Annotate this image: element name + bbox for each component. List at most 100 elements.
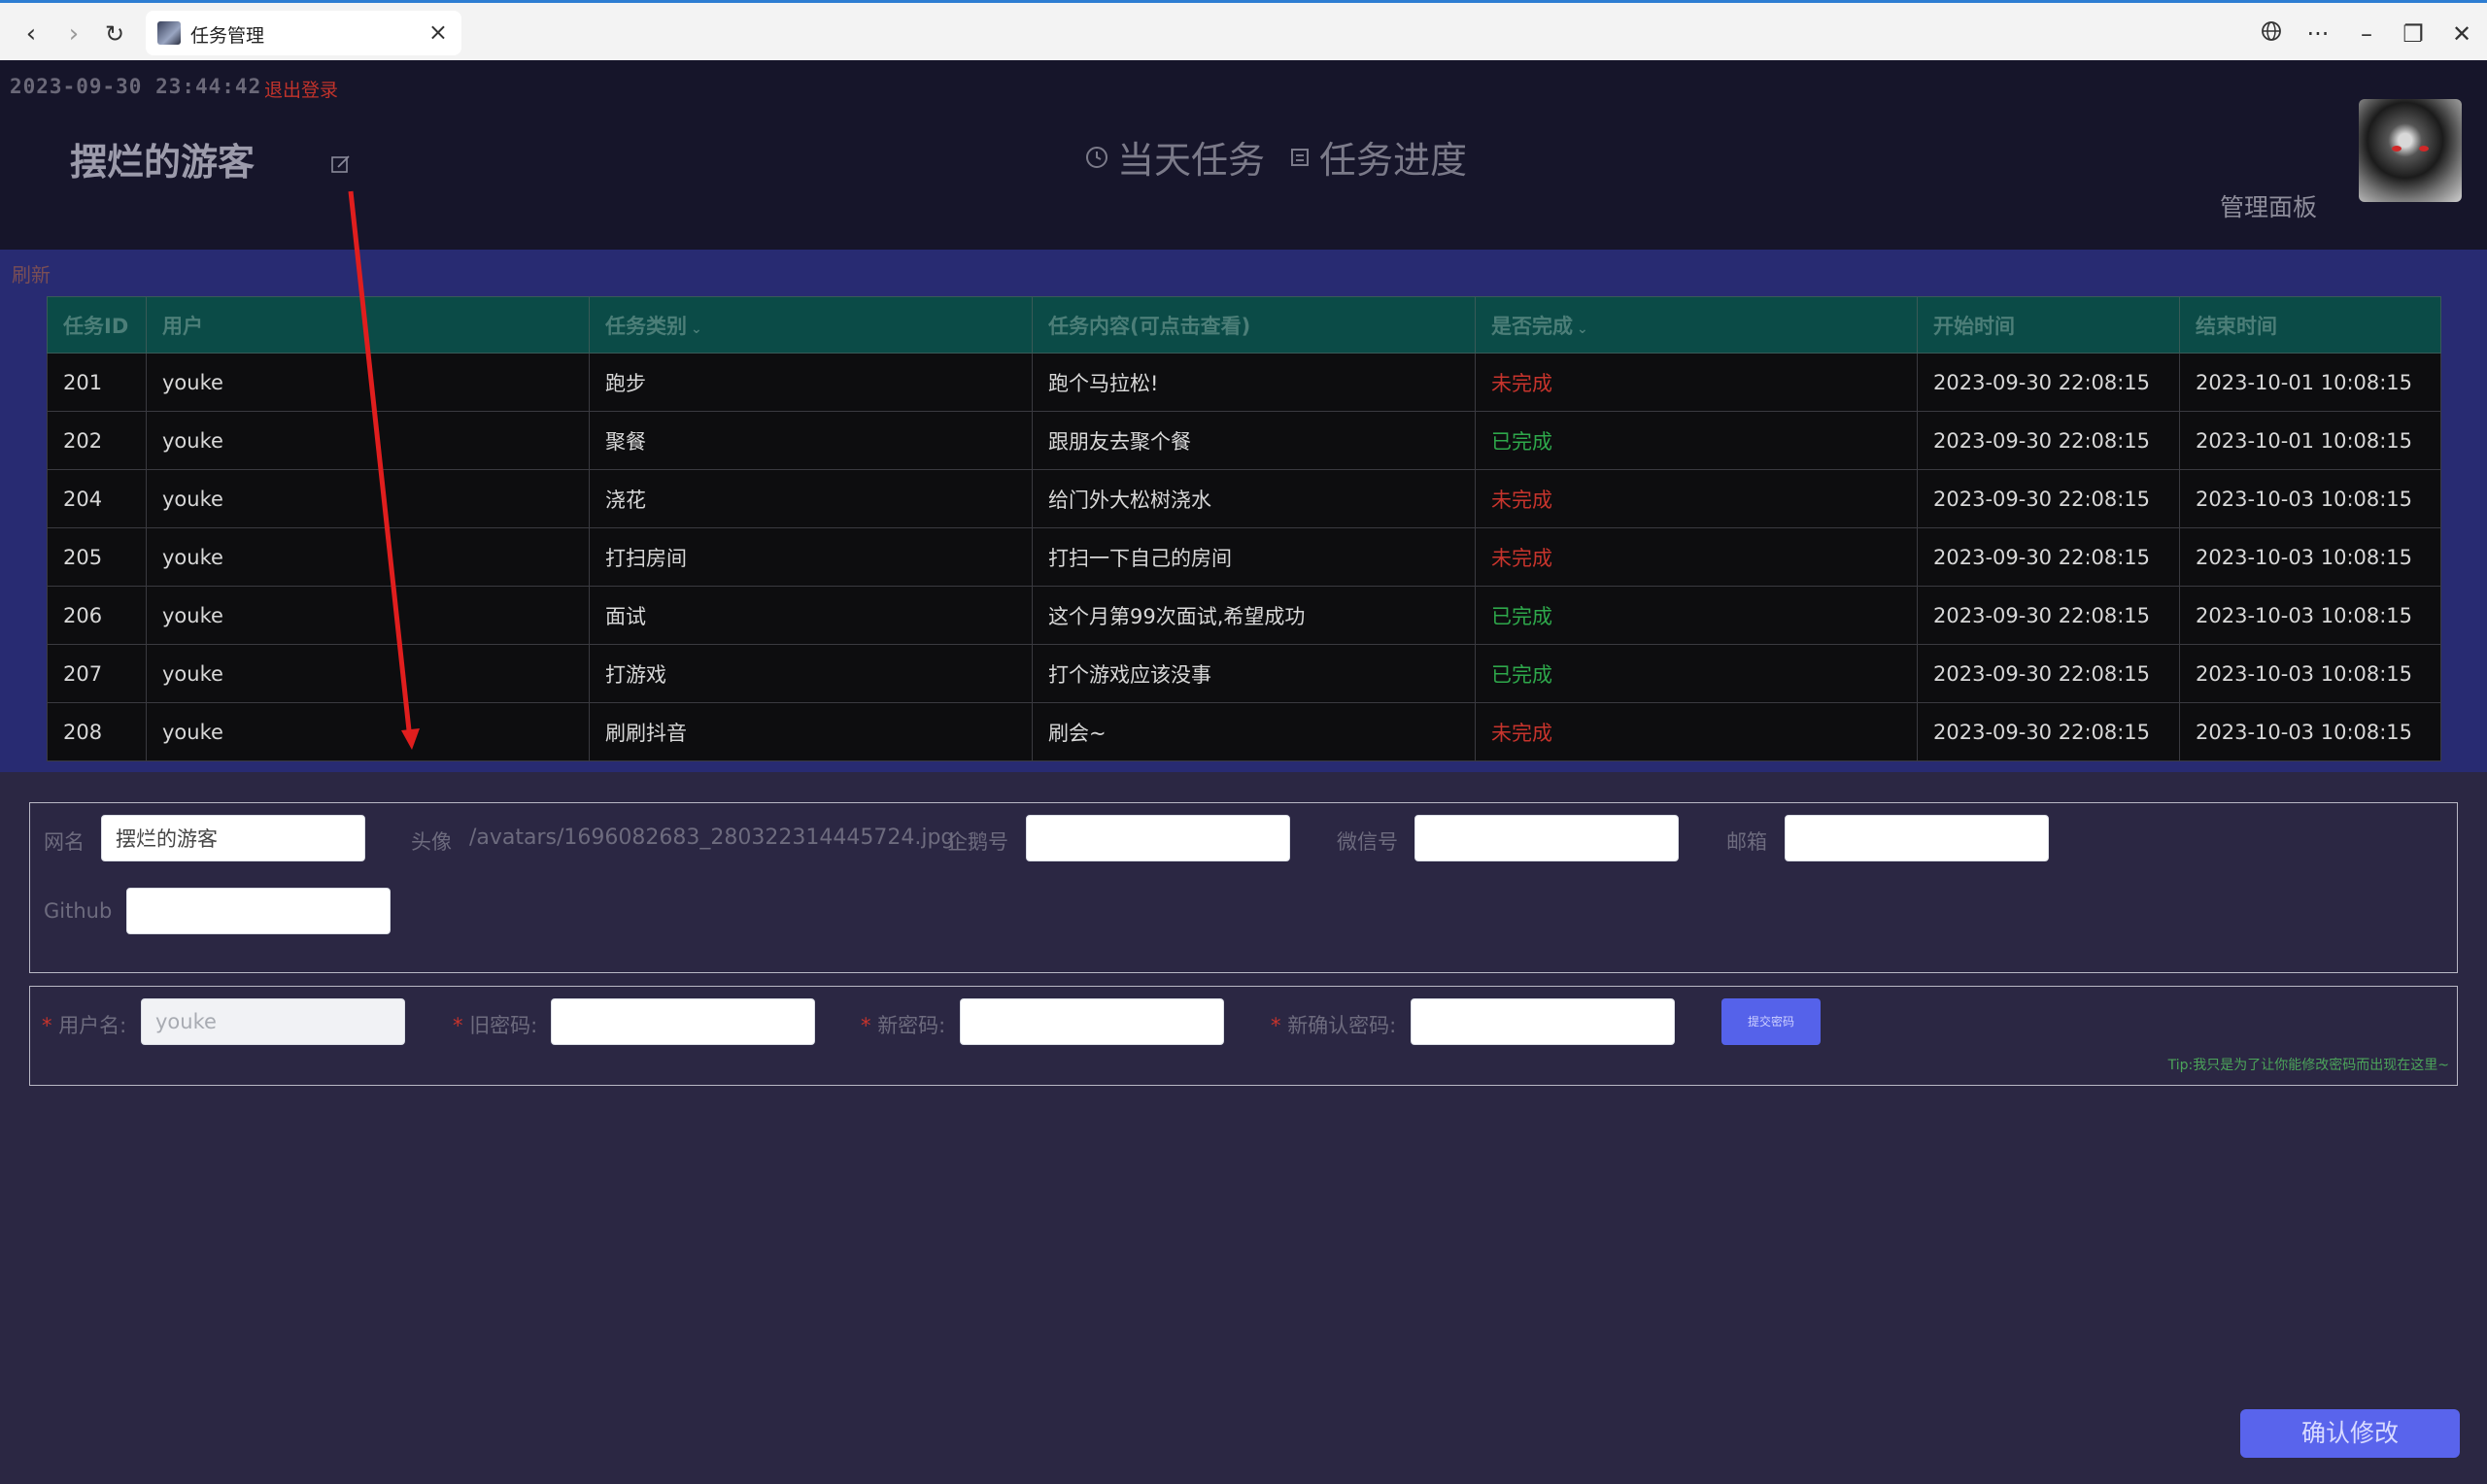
password-tip: Tip:我只是为了让你能修改密码而出现在这里~ (2167, 1058, 2449, 1073)
cell-user: youke (146, 527, 590, 587)
app-header: 2023-09-30 23:44:42 退出登录 摆烂的游客 当天任务 任务进度… (0, 60, 2487, 250)
nickname-input[interactable] (101, 815, 365, 861)
username-title: 摆烂的游客 (70, 141, 256, 184)
task-table-section: 刷新 任务ID 用户 任务类别 ⌄ 任务内容(可点击查看) 是否完成 ⌄ 开始时间 … (0, 250, 2487, 772)
col-content[interactable]: 任务内容(可点击查看) (1032, 296, 1476, 354)
filter-chevron-icon[interactable]: ⌄ (1577, 321, 1588, 337)
table-row[interactable]: 208 youke 刷刷抖音 刷会~ 未完成 2023-09-30 22:08:15 202… (47, 702, 2441, 761)
nav-task-progress-label: 任务进度 (1319, 139, 1468, 182)
confirm-changes-button[interactable]: 确认修改 (2240, 1409, 2460, 1458)
cell-task-id: 204 (47, 469, 147, 528)
col-status[interactable]: 是否完成 ⌄ (1475, 296, 1918, 354)
new-password-field[interactable] (960, 998, 1224, 1045)
reload-icon[interactable]: ↻ (97, 17, 132, 51)
more-icon[interactable]: ··· (2300, 17, 2335, 51)
table-header-row: 任务ID 用户 任务类别 ⌄ 任务内容(可点击查看) 是否完成 ⌄ 开始时间 结束时… (47, 296, 2441, 354)
github-input[interactable] (126, 888, 391, 934)
cell-content[interactable]: 给门外大松树浇水 (1032, 469, 1476, 528)
cell-content[interactable]: 跑个马拉松! (1032, 353, 1476, 412)
table-row[interactable]: 206 youke 面试 这个月第99次面试,希望成功 已完成 2023-09-30 22… (47, 586, 2441, 645)
cell-task-id: 205 (47, 527, 147, 587)
cell-category: 刷刷抖音 (589, 702, 1033, 761)
cell-start-time: 2023-09-30 22:08:15 (1917, 411, 2180, 470)
cell-end-time: 2023-10-03 10:08:15 (2179, 469, 2441, 528)
forward-icon[interactable]: › (56, 17, 91, 51)
col-user[interactable]: 用户 (146, 296, 590, 354)
cell-user: youke (146, 644, 590, 703)
cell-user: youke (146, 411, 590, 470)
old-password-label: * 旧密码: (453, 1014, 538, 1037)
username-field[interactable] (141, 998, 405, 1045)
cell-user: youke (146, 469, 590, 528)
cell-user: youke (146, 353, 590, 412)
cell-start-time: 2023-09-30 22:08:15 (1917, 702, 2180, 761)
table-row[interactable]: 201 youke 跑步 跑个马拉松! 未完成 2023-09-30 22:08:15 20… (47, 353, 2441, 412)
cell-user: youke (146, 702, 590, 761)
back-icon[interactable]: ‹ (14, 17, 49, 51)
github-label: Github (44, 899, 113, 923)
logout-link[interactable]: 退出登录 (264, 76, 338, 102)
avatar-path: /avatars/1696082683_280322314445724.jpg (469, 826, 955, 850)
document-icon (1291, 148, 1310, 166)
cell-start-time: 2023-09-30 22:08:15 (1917, 469, 2180, 528)
username-field-label: * 用户名: (42, 1014, 127, 1037)
cell-category: 跑步 (589, 353, 1033, 412)
window-close-icon[interactable]: ✕ (2444, 17, 2479, 51)
cell-category: 打扫房间 (589, 527, 1033, 587)
wechat-input[interactable] (1414, 815, 1679, 861)
cell-start-time: 2023-09-30 22:08:15 (1917, 353, 2180, 412)
admin-panel-link[interactable]: 管理面板 (2220, 188, 2317, 223)
minimize-icon[interactable]: – (2349, 17, 2384, 51)
refresh-link[interactable]: 刷新 (12, 259, 51, 287)
nav-today-tasks-label: 当天任务 (1117, 139, 1266, 182)
col-category[interactable]: 任务类别 ⌄ (589, 296, 1033, 354)
cell-content[interactable]: 打扫一下自己的房间 (1032, 527, 1476, 587)
cell-content[interactable]: 这个月第99次面试,希望成功 (1032, 586, 1476, 645)
old-password-field[interactable] (551, 998, 815, 1045)
filter-chevron-icon[interactable]: ⌄ (691, 321, 702, 337)
submit-password-button[interactable]: 提交密码 (1721, 998, 1821, 1045)
nav-today-tasks[interactable]: 当天任务 (1084, 130, 1265, 184)
globe-icon[interactable] (2254, 17, 2289, 51)
cell-end-time: 2023-10-01 10:08:15 (2179, 411, 2441, 470)
cell-status: 已完成 (1475, 411, 1918, 470)
cell-user: youke (146, 586, 590, 645)
tab-close-icon[interactable]: × (428, 18, 448, 46)
cell-category: 打游戏 (589, 644, 1033, 703)
qq-input[interactable] (1026, 815, 1290, 861)
table-row[interactable]: 202 youke 聚餐 跟朋友去聚个餐 已完成 2023-09-30 22:08:15 2… (47, 411, 2441, 470)
cell-end-time: 2023-10-03 10:08:15 (2179, 644, 2441, 703)
col-task-id[interactable]: 任务ID (47, 296, 147, 354)
main-nav: 当天任务 任务进度 (1084, 130, 1490, 184)
cell-task-id: 201 (47, 353, 147, 412)
email-input[interactable] (1785, 815, 2049, 861)
cell-status: 已完成 (1475, 586, 1918, 645)
col-start-time[interactable]: 开始时间 (1917, 296, 2180, 354)
nav-task-progress[interactable]: 任务进度 (1288, 130, 1467, 184)
restore-icon[interactable]: ❐ (2396, 17, 2431, 51)
tab-title: 任务管理 (190, 25, 265, 47)
password-form: * 用户名: * 旧密码: * 新密码: * 新确认密码: 提交密码 Tip:我… (29, 986, 2458, 1086)
table-row[interactable]: 205 youke 打扫房间 打扫一下自己的房间 未完成 2023-09-30 22:08… (47, 527, 2441, 587)
cell-content[interactable]: 跟朋友去聚个餐 (1032, 411, 1476, 470)
browser-tab[interactable]: 任务管理 × (146, 11, 461, 55)
cell-content[interactable]: 打个游戏应该没事 (1032, 644, 1476, 703)
email-label: 邮箱 (1726, 830, 1767, 854)
col-end-time[interactable]: 结束时间 (2179, 296, 2441, 354)
cell-category: 浇花 (589, 469, 1033, 528)
cell-content[interactable]: 刷会~ (1032, 702, 1476, 761)
cell-category: 聚餐 (589, 411, 1033, 470)
cell-start-time: 2023-09-30 22:08:15 (1917, 586, 2180, 645)
avatar[interactable] (2359, 99, 2462, 202)
confirm-password-field[interactable] (1411, 998, 1675, 1045)
confirm-password-label: * 新确认密码: (1271, 1014, 1397, 1037)
table-row[interactable]: 204 youke 浇花 给门外大松树浇水 未完成 2023-09-30 22:08:15… (47, 469, 2441, 528)
edit-icon[interactable] (330, 153, 352, 175)
table-row[interactable]: 207 youke 打游戏 打个游戏应该没事 已完成 2023-09-30 22:08:1… (47, 644, 2441, 703)
avatar-label: 头像 (411, 830, 452, 854)
col-category-label: 任务类别 (605, 314, 687, 338)
current-datetime: 2023-09-30 23:44:42 (10, 75, 262, 98)
col-status-label: 是否完成 (1491, 314, 1573, 338)
qq-label: 企鹅号 (947, 830, 1008, 854)
cell-task-id: 207 (47, 644, 147, 703)
